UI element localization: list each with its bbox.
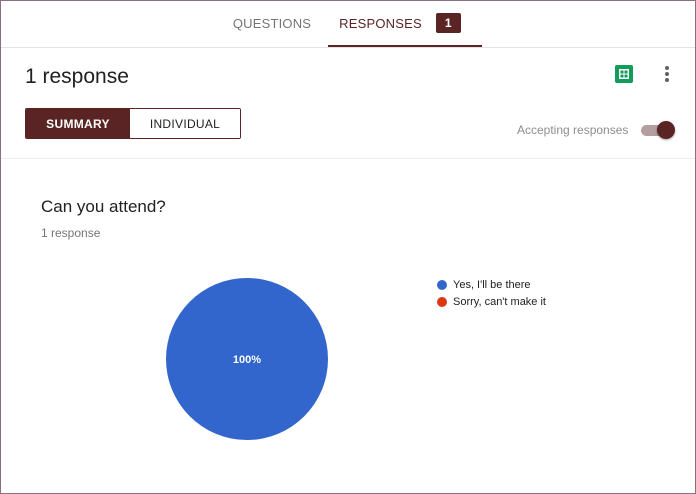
question-title: Can you attend? [41,197,166,216]
responses-header: 1 response SUMMARY INDIVIDUAL Accepting … [1,48,695,159]
legend-label: Sorry, can't make it [453,295,546,308]
legend-label: Yes, I'll be there [453,278,531,291]
summary-individual-toggle: SUMMARY INDIVIDUAL [25,108,241,139]
question-summary-card: Can you attend? 1 response 100% Yes, I'l… [1,159,695,493]
form-tabs: QUESTIONS RESPONSES 1 [1,1,695,48]
pie-chart: 100% [166,278,328,440]
tab-responses[interactable]: RESPONSES 1 [328,1,482,47]
tab-questions[interactable]: QUESTIONS [216,1,328,45]
tab-responses-label: RESPONSES [339,15,422,31]
question-response-count: 1 response [41,226,101,240]
individual-button[interactable]: INDIVIDUAL [130,109,240,138]
summary-button[interactable]: SUMMARY [26,109,130,138]
accepting-responses-label: Accepting responses [517,123,629,137]
google-sheets-icon[interactable] [615,65,633,83]
more-vert-icon[interactable] [657,63,677,85]
tab-questions-label: QUESTIONS [232,15,312,31]
legend-dot [437,296,447,307]
legend-item: Yes, I'll be there [437,276,546,293]
legend-dot [437,279,447,290]
page-title: 1 response [25,65,129,88]
pie-slice-label-0: 100% [233,354,261,366]
accepting-responses-toggle[interactable] [641,121,675,139]
chart-legend: Yes, I'll be there Sorry, can't make it [437,276,546,310]
legend-item: Sorry, can't make it [437,293,546,310]
toggle-knob [657,121,675,139]
responses-count-badge: 1 [435,13,461,33]
responses-page: QUESTIONS RESPONSES 1 1 response SUMMARY… [0,0,696,494]
